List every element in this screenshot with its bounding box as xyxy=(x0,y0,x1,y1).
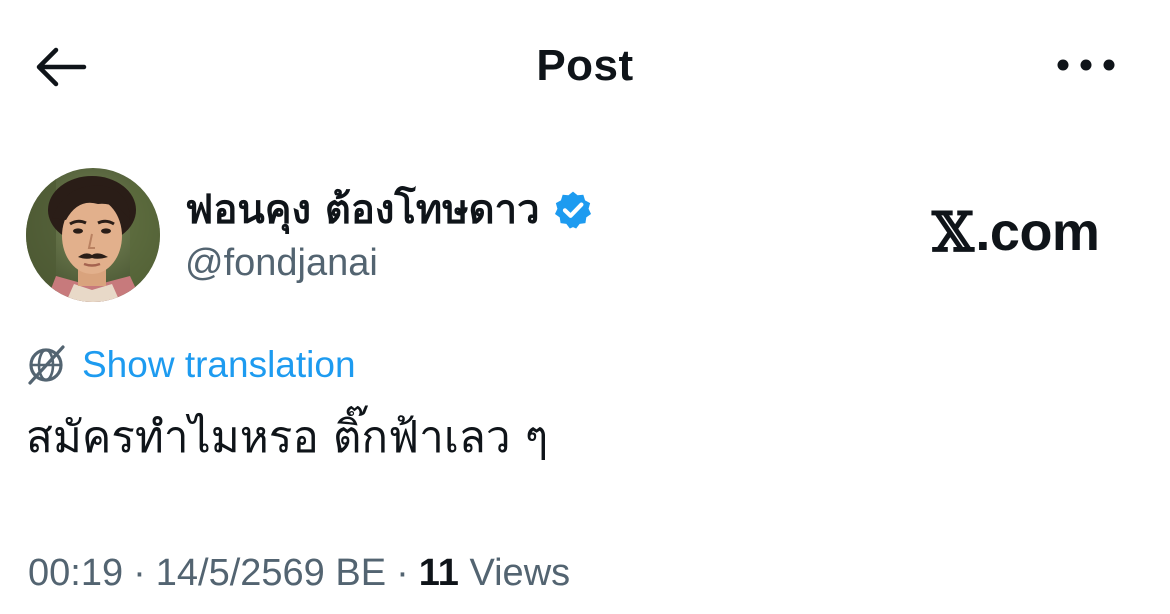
show-translation-link[interactable]: Show translation xyxy=(24,340,356,390)
meta-separator: · xyxy=(133,552,146,594)
post-date[interactable]: 14/5/2569 BE xyxy=(156,552,386,594)
author-handle[interactable]: @fondjanai xyxy=(185,238,378,288)
author-name-text: ฟอนคุง ต้องโทษดาว xyxy=(185,187,540,233)
post-text: สมัครทำไมหรอ ติ๊กฟ้าเลว ๆ xyxy=(26,412,549,463)
page-title: Post xyxy=(536,41,634,90)
views-label: Views xyxy=(469,552,571,594)
verified-badge-icon xyxy=(554,191,591,229)
post-time[interactable]: 00:19 xyxy=(28,552,123,594)
top-bar: Post xyxy=(0,0,1170,130)
views-count: 11 xyxy=(418,552,459,594)
avatar-photo xyxy=(26,168,160,302)
x-com-watermark: 𝕏 .com xyxy=(932,200,1100,264)
meta-separator: · xyxy=(396,552,409,594)
x-logo-icon: 𝕏 xyxy=(932,200,974,264)
views-link[interactable]: 11 Views xyxy=(419,552,570,594)
post-meta: 00:19 · 14/5/2569 BE · 11 Views xyxy=(28,548,570,598)
more-options-button[interactable] xyxy=(1050,40,1122,90)
more-horizontal-icon xyxy=(1057,59,1115,71)
watermark-domain: .com xyxy=(975,202,1100,262)
globe-translate-icon xyxy=(28,345,65,385)
author-display-name[interactable]: ฟอนคุง ต้องโทษดาว xyxy=(185,182,594,238)
show-translation-label: Show translation xyxy=(82,344,356,385)
avatar[interactable] xyxy=(26,168,160,302)
